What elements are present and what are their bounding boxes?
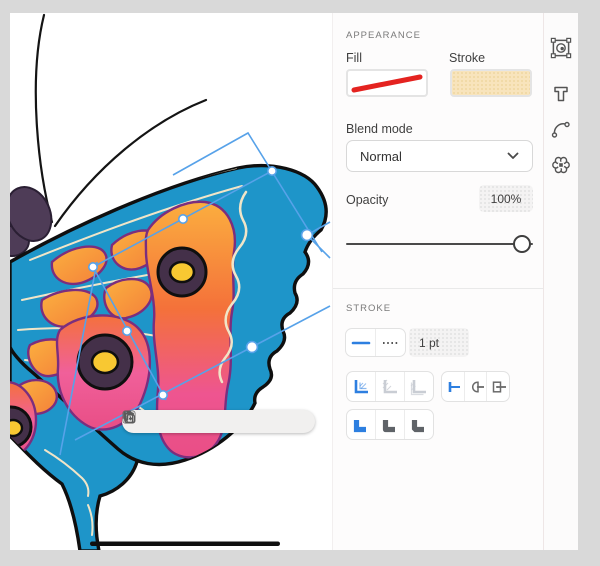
app-window: APPEARANCE Fill Stroke Blend mode Normal… bbox=[0, 0, 600, 566]
section-divider bbox=[333, 288, 544, 289]
move-icon[interactable] bbox=[199, 414, 215, 430]
delete-icon[interactable] bbox=[290, 414, 306, 430]
type-tool-icon[interactable] bbox=[550, 83, 572, 105]
bevel-join-button[interactable] bbox=[404, 410, 433, 439]
align-stroke-right-button[interactable] bbox=[404, 372, 433, 401]
menu-icon[interactable] bbox=[154, 414, 170, 430]
dashed-line-option[interactable] bbox=[375, 329, 405, 356]
mask-disabled-icon bbox=[245, 414, 261, 430]
stroke-join-group bbox=[346, 409, 434, 440]
black-line-object[interactable] bbox=[90, 542, 280, 547]
dashed-line-icon bbox=[380, 335, 402, 351]
arrange-order-icon[interactable] bbox=[176, 414, 192, 430]
duplicate-icon[interactable] bbox=[267, 414, 283, 430]
tool-rail bbox=[543, 13, 578, 550]
butterfly-artwork[interactable] bbox=[10, 13, 332, 550]
stroke-swatch[interactable] bbox=[450, 69, 532, 97]
opacity-slider-knob[interactable] bbox=[513, 235, 531, 253]
projecting-cap-button[interactable] bbox=[486, 372, 509, 401]
fill-none-indicator bbox=[348, 71, 426, 95]
fill-label: Fill bbox=[346, 51, 362, 65]
miter-join-button[interactable] bbox=[347, 410, 375, 439]
opacity-value-box[interactable]: 100% bbox=[479, 185, 533, 212]
butt-cap-button[interactable] bbox=[442, 372, 464, 401]
object-settings-icon[interactable] bbox=[550, 154, 572, 176]
stroke-section-title: STROKE bbox=[346, 303, 391, 314]
unlock-icon[interactable] bbox=[222, 414, 238, 430]
solid-line-option[interactable] bbox=[346, 329, 375, 356]
fill-swatch[interactable] bbox=[346, 69, 428, 97]
artboard-canvas[interactable] bbox=[10, 13, 332, 550]
context-toolbar bbox=[122, 410, 315, 433]
properties-panel: APPEARANCE Fill Stroke Blend mode Normal… bbox=[332, 13, 543, 550]
stroke-weight-value: 1 pt bbox=[419, 336, 439, 350]
chevron-down-icon bbox=[507, 152, 519, 160]
opacity-slider[interactable] bbox=[346, 233, 533, 255]
opacity-value: 100% bbox=[491, 192, 522, 206]
solid-line-icon bbox=[350, 335, 372, 351]
round-cap-button[interactable] bbox=[464, 372, 487, 401]
align-stroke-center-button[interactable] bbox=[375, 372, 404, 401]
transform-tool-icon[interactable] bbox=[550, 37, 572, 59]
pen-tool-icon[interactable] bbox=[550, 118, 572, 140]
blend-mode-value: Normal bbox=[360, 149, 402, 164]
stroke-weight-box[interactable]: 1 pt bbox=[409, 328, 469, 357]
opacity-slider-track bbox=[346, 243, 533, 245]
align-stroke-left-button[interactable] bbox=[347, 372, 375, 401]
stroke-type-control bbox=[345, 328, 406, 357]
blend-mode-label: Blend mode bbox=[346, 122, 413, 136]
opacity-label: Opacity bbox=[346, 193, 388, 207]
round-join-button[interactable] bbox=[375, 410, 404, 439]
appearance-section-title: APPEARANCE bbox=[346, 30, 421, 41]
stroke-label: Stroke bbox=[449, 51, 485, 65]
stroke-align-group bbox=[346, 371, 434, 402]
stroke-cap-group bbox=[441, 371, 510, 402]
blend-mode-dropdown[interactable]: Normal bbox=[346, 140, 533, 172]
